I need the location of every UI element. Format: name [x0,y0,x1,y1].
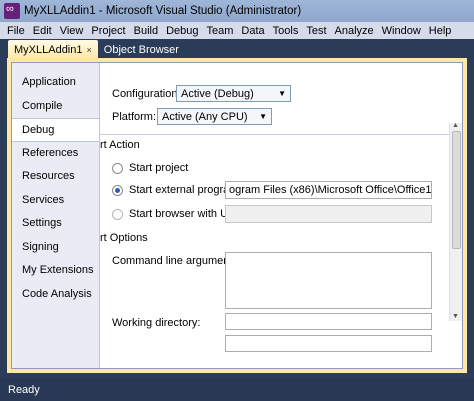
sidebar-item-code-analysis[interactable]: Code Analysis [12,283,99,307]
menu-build[interactable]: Build [131,25,163,37]
start-browser-radio[interactable] [112,208,123,220]
close-icon[interactable]: × [87,45,92,55]
additional-field[interactable] [225,335,432,352]
title-bar: MyXLLAddin1 - Microsoft Visual Studio (A… [0,0,474,22]
menu-data[interactable]: Data [238,25,269,37]
working-directory-label: Working directory: [112,317,201,329]
platform-value: Active (Any CPU) [162,110,248,123]
tab-label: Object Browser [103,44,179,56]
start-external-program-radio[interactable] [112,184,123,196]
external-program-path-field[interactable]: ogram Files (x86)\Microsoft Office\Offic… [225,181,432,199]
start-project-radio[interactable] [112,162,123,174]
start-project-label: Start project [129,162,189,174]
sidebar-item-debug[interactable]: Debug [12,118,99,142]
configuration-value: Active (Debug) [181,87,254,100]
dropdown-arrow-icon: ▼ [278,89,286,98]
scroll-thumb[interactable] [452,131,461,249]
tab-label: MyXLLAddin1 [14,44,83,56]
sidebar-item-settings[interactable]: Settings [12,212,99,236]
properties-sidebar: Application Compile Debug References Res… [12,63,99,368]
browser-url-field[interactable] [225,205,432,223]
dropdown-arrow-icon: ▼ [259,112,267,121]
menu-test[interactable]: Test [303,25,331,37]
platform-label: Platform: [112,110,157,123]
project-properties-panel: Application Compile Debug References Res… [11,62,463,369]
menu-view[interactable]: View [57,25,89,37]
document-tab-strip: MyXLLAddin1 × Object Browser [0,39,474,58]
status-text: Ready [8,383,40,396]
command-line-arguments-label: Command line arguments: [112,255,242,267]
menu-project[interactable]: Project [88,25,130,37]
sidebar-item-references[interactable]: References [12,142,99,166]
platform-dropdown[interactable]: Active (Any CPU) ▼ [157,108,272,125]
tab-object-browser[interactable]: Object Browser [98,40,185,58]
menu-tools[interactable]: Tools [270,25,304,37]
status-bar: Ready [0,378,474,401]
menu-debug[interactable]: Debug [163,25,203,37]
menu-edit[interactable]: Edit [30,25,57,37]
start-options-heading: rt Options [100,232,148,244]
sidebar-item-services[interactable]: Services [12,189,99,213]
sidebar-item-signing[interactable]: Signing [12,236,99,260]
visual-studio-icon [4,3,20,19]
menu-analyze[interactable]: Analyze [332,25,379,37]
scroll-up-icon[interactable]: ▲ [452,122,459,129]
menu-team[interactable]: Team [204,25,239,37]
menu-help[interactable]: Help [426,25,457,37]
menu-bar: File Edit View Project Build Debug Team … [0,22,474,39]
command-line-arguments-field[interactable] [225,252,432,309]
menu-window[interactable]: Window [379,25,426,37]
working-directory-field[interactable] [225,313,432,330]
sidebar-item-application[interactable]: Application [12,71,99,95]
sidebar-item-my-extensions[interactable]: My Extensions [12,259,99,283]
sidebar-item-compile[interactable]: Compile [12,95,99,119]
debug-settings: Configuration: Active (Debug) ▼ Platform… [99,63,462,368]
document-frame: Application Compile Debug References Res… [7,58,467,373]
sidebar-item-resources[interactable]: Resources [12,165,99,189]
vertical-scrollbar[interactable]: ▲ ▼ [449,122,462,321]
start-action-heading: rt Action [100,139,140,151]
section-divider [100,134,456,135]
tab-myxlladdin1[interactable]: MyXLLAddin1 × [8,40,98,58]
configuration-dropdown[interactable]: Active (Debug) ▼ [176,85,291,102]
configuration-label: Configuration: [112,87,181,100]
window-title: MyXLLAddin1 - Microsoft Visual Studio (A… [24,5,302,17]
scroll-down-icon[interactable]: ▼ [452,313,459,320]
menu-file[interactable]: File [4,25,30,37]
